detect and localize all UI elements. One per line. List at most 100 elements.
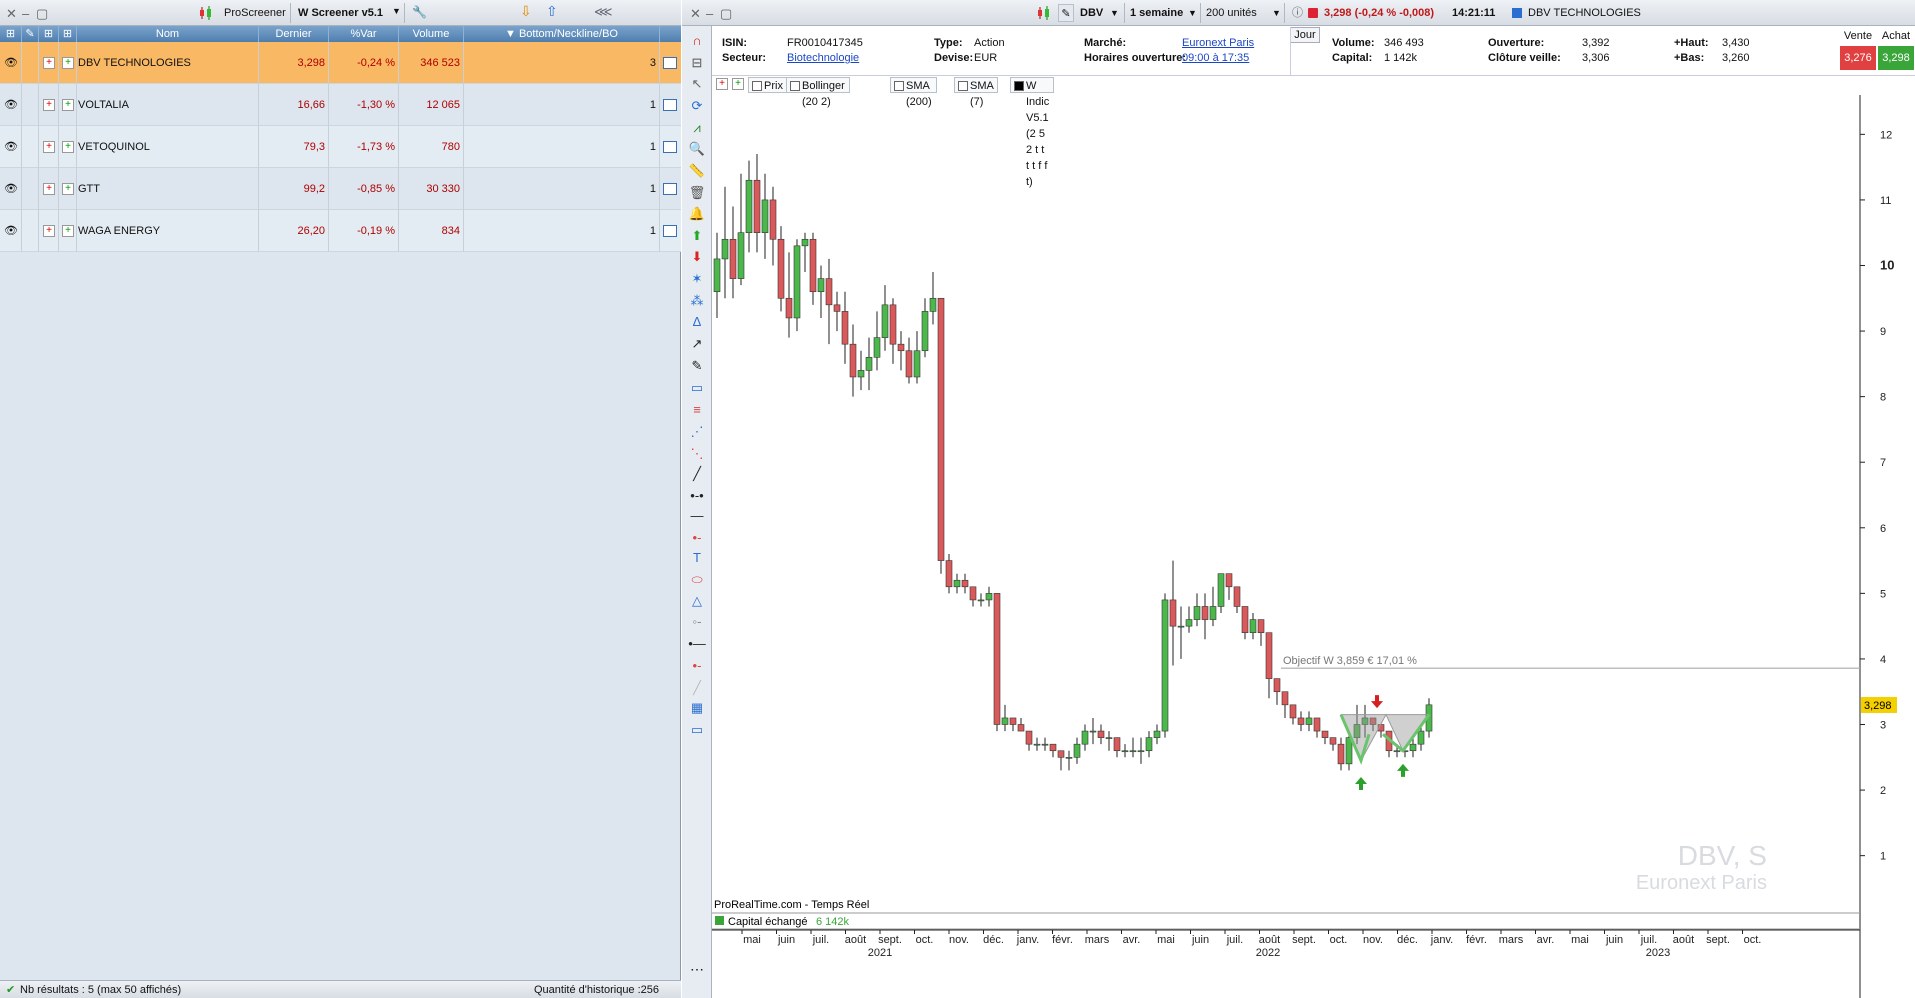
tab-proscreener[interactable]: ProScreener	[218, 4, 292, 22]
point-icon[interactable]: ◦-	[687, 612, 707, 632]
table-row[interactable]: 👁 + + VOLTALIA 16,66 -1,30 % 12 065 1	[0, 84, 681, 126]
ruler-icon[interactable]: 📏	[687, 161, 707, 181]
magnet-icon[interactable]: ∩	[687, 31, 707, 51]
refresh-icon[interactable]: ⟳	[687, 96, 707, 116]
minimize-icon[interactable]: –	[706, 6, 713, 21]
ticker-select[interactable]: DBV	[1080, 4, 1103, 22]
lock-icon[interactable]: ⊟	[687, 53, 707, 73]
col-name[interactable]: Nom	[77, 26, 259, 42]
arrow-down-icon[interactable]: ⬇	[687, 247, 707, 267]
arrow-up-icon[interactable]: ⬆	[687, 226, 707, 246]
faded-icon[interactable]: ╱	[687, 678, 707, 698]
sell-price[interactable]: 3,276	[1840, 46, 1876, 70]
price-chart[interactable]: 123456789101112DBV, SEuronext ParisObjec…	[712, 95, 1915, 998]
hours-link[interactable]: 09:00 à 17:35	[1182, 52, 1249, 64]
box-icon[interactable]: ▭	[687, 720, 707, 740]
chart-icon[interactable]	[663, 183, 677, 195]
segment-icon[interactable]: •-•	[687, 486, 707, 506]
add-column-icon[interactable]: ⊞	[0, 26, 22, 42]
eye-icon[interactable]: 👁	[4, 42, 18, 69]
units-select[interactable]: 200 unités	[1206, 4, 1257, 22]
close-icon[interactable]: ✕	[6, 6, 17, 22]
eye-icon[interactable]: 👁	[4, 168, 18, 195]
eye-icon[interactable]: 👁	[4, 210, 18, 237]
triangle-icon[interactable]: △	[687, 591, 707, 611]
chart-icon[interactable]	[663, 141, 677, 153]
calc-icon[interactable]: ▦	[687, 698, 707, 718]
add-indicator-icon[interactable]: +	[732, 78, 744, 90]
ray-icon[interactable]: •-	[687, 528, 707, 548]
text-icon[interactable]: T	[687, 548, 707, 568]
col-var[interactable]: %Var	[329, 26, 399, 42]
add-icon[interactable]: ⊞	[59, 26, 77, 42]
buy-order-icon[interactable]: +	[62, 99, 74, 111]
sell-order-icon[interactable]: +	[43, 99, 55, 111]
buy-order-icon[interactable]: +	[62, 183, 74, 195]
chart-icon[interactable]	[663, 57, 677, 69]
chevron-down-icon[interactable]: ▼	[1110, 4, 1119, 22]
more-tools-icon[interactable]: ⋯	[687, 961, 707, 981]
alert-icon[interactable]: 🔔	[687, 204, 707, 224]
sell-order-icon[interactable]: +	[43, 183, 55, 195]
legend-sma7[interactable]: SMA (7)	[954, 77, 999, 108]
buy-order-icon[interactable]: +	[62, 225, 74, 237]
chevron-down-icon[interactable]: ▼	[392, 6, 401, 16]
arrow-line-icon[interactable]: ↗	[687, 334, 707, 354]
hline-icon[interactable]: —	[687, 506, 707, 526]
edit-icon[interactable]: ✎	[1058, 4, 1074, 22]
legend-bollinger[interactable]: Bollinger (20 2)	[786, 77, 850, 108]
legend-w-indic[interactable]: W Indic V5.1 (2 5 2 t t t t f f t)	[1010, 77, 1055, 188]
fibonacci-icon[interactable]: ✶	[687, 269, 707, 289]
add-icon[interactable]: ⊞	[39, 26, 59, 42]
minimize-icon[interactable]: –	[22, 6, 29, 21]
table-row[interactable]: 👁 + + WAGA ENERGY 26,20 -0,19 % 834 1	[0, 210, 681, 252]
market-link[interactable]: Euronext Paris	[1182, 37, 1254, 49]
buy-order-icon[interactable]: +	[62, 141, 74, 153]
zoom-icon[interactable]: 🔍	[687, 139, 707, 159]
ellipse-icon[interactable]: ⬭	[687, 570, 707, 590]
info-icon[interactable]: ⓘ	[1292, 4, 1303, 22]
channel-icon[interactable]: ≡	[687, 400, 707, 420]
legend-price[interactable]: Prix	[748, 77, 788, 93]
timeframe-select[interactable]: 1 semaine	[1130, 4, 1183, 22]
sector-link[interactable]: Biotechnologie	[787, 52, 859, 64]
wave-icon[interactable]: ⁂	[687, 291, 707, 311]
chevron-down-icon[interactable]: ▼	[1272, 4, 1281, 22]
tab-day[interactable]: Jour	[1290, 27, 1320, 43]
trend-icon[interactable]: ⩘	[687, 118, 707, 138]
buy-box[interactable]: Achat 3,298	[1878, 30, 1914, 74]
sell-order-icon[interactable]: +	[43, 57, 55, 69]
abcf-icon[interactable]: Δ	[687, 312, 707, 332]
table-row[interactable]: 👁 + + VETOQUINOL 79,3 -1,73 % 780 1	[0, 126, 681, 168]
wrench-icon[interactable]: 🔧	[412, 5, 427, 19]
chart-icon[interactable]	[663, 99, 677, 111]
col-signal[interactable]: ▼ Bottom/Neckline/BO	[464, 26, 660, 42]
rect-icon[interactable]: ▭	[687, 378, 707, 398]
sort-asc-icon[interactable]: ⇧	[546, 3, 558, 20]
sort-desc-icon[interactable]: ⇩	[520, 3, 532, 20]
table-row[interactable]: 👁 + + DBV TECHNOLOGIES 3,298 -0,24 % 346 523 3	[0, 42, 681, 84]
add-indicator-icon[interactable]: +	[716, 78, 728, 90]
screener-select[interactable]: W Screener v5.1	[292, 4, 389, 22]
sell-order-icon[interactable]: +	[43, 225, 55, 237]
ray-red-icon[interactable]: •-	[687, 656, 707, 676]
maximize-icon[interactable]: ▢	[720, 6, 732, 22]
pencil-icon[interactable]: ✎	[687, 356, 707, 376]
fan-icon[interactable]: ⋰	[687, 422, 707, 442]
legend-sma200[interactable]: SMA (200)	[890, 77, 937, 108]
dot-line-icon[interactable]: •—	[687, 634, 707, 654]
col-volume[interactable]: Volume	[399, 26, 464, 42]
sell-order-icon[interactable]: +	[43, 141, 55, 153]
close-icon[interactable]: ✕	[690, 6, 701, 22]
share-icon[interactable]: ⋘	[594, 4, 613, 20]
tool-icon[interactable]: ✎	[22, 26, 39, 42]
maximize-icon[interactable]: ▢	[36, 6, 48, 22]
line-icon[interactable]: ╱	[687, 464, 707, 484]
table-row[interactable]: 👁 + + GTT 99,2 -0,85 % 30 330 1	[0, 168, 681, 210]
pointer-icon[interactable]: ↖	[687, 74, 707, 94]
eye-icon[interactable]: 👁	[4, 126, 18, 153]
gann-icon[interactable]: ⋱	[687, 444, 707, 464]
buy-price[interactable]: 3,298	[1878, 46, 1914, 70]
eye-icon[interactable]: 👁	[4, 84, 18, 111]
chevron-down-icon[interactable]: ▼	[1188, 4, 1197, 22]
